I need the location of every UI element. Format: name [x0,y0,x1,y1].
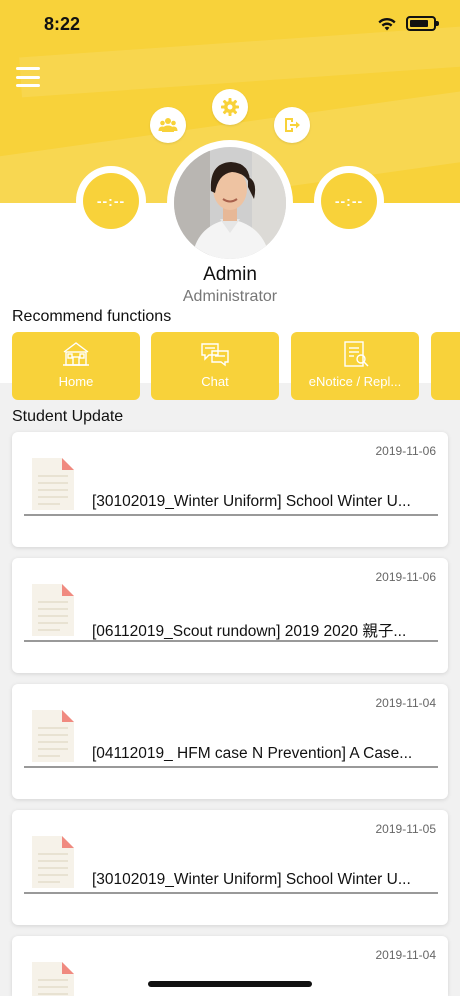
profile-avatar-ring [167,140,293,266]
update-card[interactable]: 2019-11-06 [06112019_Scout rundown] 2019… [12,558,448,673]
recommend-title: Recommend functions [12,308,172,325]
logout-button[interactable] [274,107,310,143]
avatar-photo [174,147,286,259]
update-title: [04112019_ HFM case N Prevention] A Case… [92,745,413,762]
update-title: [30102019_Winter Uniform] School Winter … [92,871,411,888]
update-card[interactable]: 2019-11-04 [12,936,448,996]
settings-button[interactable] [212,89,248,125]
recommend-functions: Home Chat eNotice / Repl... [12,332,460,400]
menu-icon-bar [16,84,40,87]
notice-icon [344,341,369,367]
update-date: 2019-11-04 [375,948,437,962]
document-icon [32,458,74,510]
left-time-badge[interactable]: --:-- [76,166,146,236]
update-title: [30102019_Winter Uniform] School Winter … [92,493,411,510]
function-more[interactable] [431,332,460,400]
chat-icon [201,343,229,367]
menu-icon-bar [16,67,40,70]
update-date: 2019-11-04 [375,696,437,710]
function-chat-label: Chat [201,374,229,389]
wifi-icon [378,17,396,31]
avatar[interactable] [174,147,286,259]
gear-icon [221,98,239,116]
function-enotice-label: eNotice / Repl... [308,374,402,389]
menu-button[interactable] [16,67,40,87]
divider [24,892,438,894]
function-enotice[interactable]: eNotice / Repl... [291,332,419,400]
battery-icon [406,15,439,31]
right-time-badge[interactable]: --:-- [314,166,384,236]
divider [24,640,438,642]
right-time-value: --:-- [321,173,377,229]
logout-icon [285,118,300,132]
document-icon [32,584,74,636]
function-chat[interactable]: Chat [151,332,279,400]
group-icon [158,118,178,132]
house-icon [63,342,89,366]
banner-decoration [19,22,460,98]
document-icon [32,962,74,996]
document-icon [32,836,74,888]
status-time: 8:22 [44,14,81,34]
function-home[interactable]: Home [12,332,140,400]
group-button[interactable] [150,107,186,143]
profile-role: Administrator [182,288,278,305]
update-title: [06112019_Scout rundown] 2019 2020 親子... [92,623,407,640]
document-icon [32,710,74,762]
divider [24,766,438,768]
left-time-value: --:-- [83,173,139,229]
divider [24,514,438,516]
update-card[interactable]: 2019-11-05 [30102019_Winter Uniform] Sch… [12,810,448,925]
update-date: 2019-11-06 [375,570,437,584]
update-card[interactable]: 2019-11-04 [04112019_ HFM case N Prevent… [12,684,448,799]
function-home-label: Home [58,374,94,389]
home-indicator[interactable] [148,981,312,987]
student-update-title: Student Update [12,408,124,425]
profile-name: Admin [203,264,257,285]
update-card[interactable]: 2019-11-06 [30102019_Winter Uniform] Sch… [12,432,448,547]
menu-icon-bar [16,75,40,79]
status-icons [376,14,439,32]
update-date: 2019-11-05 [375,822,437,836]
update-date: 2019-11-06 [375,444,437,458]
